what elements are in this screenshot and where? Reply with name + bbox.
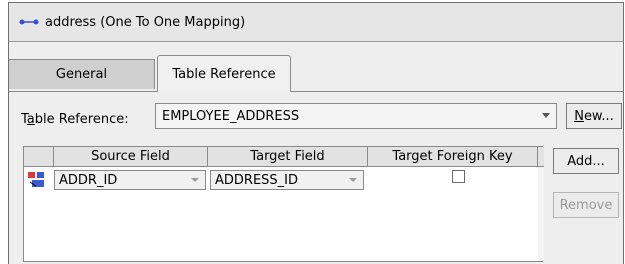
chevron-down-icon[interactable] xyxy=(191,178,199,182)
column-header-source-field[interactable]: Source Field xyxy=(54,147,208,167)
column-header-target-foreign-key[interactable]: Target Foreign Key xyxy=(368,147,538,167)
target-foreign-key-checkbox[interactable] xyxy=(452,170,465,183)
field-reference-icon xyxy=(28,172,44,187)
tab-table-reference[interactable]: Table Reference xyxy=(157,55,291,92)
column-header-target-field[interactable]: Target Field xyxy=(208,147,368,167)
tab-general[interactable]: General xyxy=(9,59,155,89)
remove-button[interactable]: Remove xyxy=(553,192,619,218)
source-field-select[interactable]: ADDR_ID xyxy=(54,170,206,190)
source-field-value: ADDR_ID xyxy=(59,172,118,188)
chevron-down-icon[interactable] xyxy=(542,113,550,118)
tab-general-label: General xyxy=(55,67,108,82)
table-reference-value: EMPLOYEE_ADDRESS xyxy=(162,108,300,124)
panel-title: address (One To One Mapping) xyxy=(45,14,246,30)
panel-header: address (One To One Mapping) xyxy=(9,3,623,42)
chevron-down-icon[interactable] xyxy=(349,178,357,182)
table-reference-label: Table Reference: xyxy=(21,112,129,127)
add-button[interactable]: Add... xyxy=(553,148,619,174)
table-header-filler xyxy=(538,147,544,167)
field-mapping-table: Source Field Target Field Target Foreign… xyxy=(23,146,544,262)
table-scrollbar[interactable] xyxy=(538,167,544,261)
tab-divider xyxy=(9,91,623,92)
table-reference-select[interactable]: EMPLOYEE_ADDRESS xyxy=(155,103,557,129)
table-header-corner xyxy=(24,147,54,167)
tab-strip: General Table Reference xyxy=(9,53,623,92)
target-field-value: ADDRESS_ID xyxy=(215,172,299,188)
tab-table-reference-label: Table Reference xyxy=(172,66,276,82)
target-field-select[interactable]: ADDRESS_ID xyxy=(210,170,364,190)
new-button[interactable]: New... xyxy=(566,103,622,129)
one-to-one-mapping-icon xyxy=(19,19,39,25)
mapping-panel: address (One To One Mapping) General Tab… xyxy=(8,2,624,264)
